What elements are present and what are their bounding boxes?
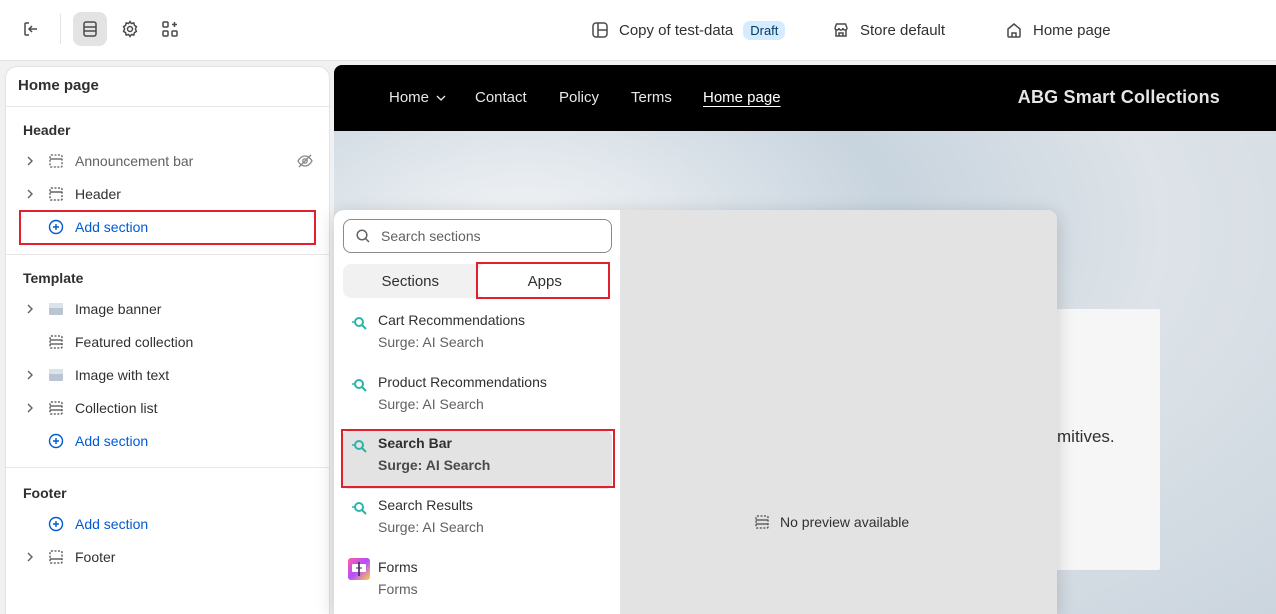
hero-text: mitives. xyxy=(1057,427,1115,446)
section-picker: Sections Apps Cart Recommendations Surge… xyxy=(334,210,1057,614)
exit-icon[interactable] xyxy=(14,12,48,46)
highlight-box xyxy=(341,429,615,488)
section-icon xyxy=(43,153,69,169)
search-app-icon xyxy=(350,314,368,332)
tree-item-label: Featured collection xyxy=(75,334,194,350)
highlight-box xyxy=(476,262,610,299)
image-icon xyxy=(43,367,69,383)
page-selector[interactable]: Home page xyxy=(1005,19,1111,41)
nav-link-label: Home xyxy=(389,89,430,106)
store-label: Store default xyxy=(860,21,946,39)
add-section-label: Add section xyxy=(75,516,149,532)
theme-name: Copy of test-data xyxy=(619,21,734,39)
chevron-right-icon[interactable] xyxy=(19,403,41,413)
divider xyxy=(6,254,329,255)
tree-item-label: Image banner xyxy=(75,301,162,317)
tree-item-label: Header xyxy=(75,186,121,202)
chevron-down-icon xyxy=(436,95,446,101)
app-item-source: Surge: AI Search xyxy=(378,396,484,412)
store-icon xyxy=(834,23,848,37)
section-icon xyxy=(43,186,69,202)
search-app-icon xyxy=(350,376,368,394)
divider xyxy=(60,14,61,44)
no-preview-message: No preview available xyxy=(754,514,909,530)
add-section-label: Add section xyxy=(75,433,149,449)
app-item-name: Forms xyxy=(378,559,418,575)
nav-link-home[interactable]: Home xyxy=(389,89,447,106)
page-title: Home page xyxy=(18,77,99,94)
sidebar: Home page Header Announcement bar Header… xyxy=(5,66,330,614)
store-nav: Home Contact Policy Terms Home page ABG … xyxy=(334,65,1276,131)
page-label: Home page xyxy=(1033,21,1111,39)
tree-item-collection-list[interactable]: Collection list xyxy=(19,394,316,422)
nav-link-contact[interactable]: Contact xyxy=(475,89,527,106)
section-icon xyxy=(43,549,69,565)
chevron-right-icon[interactable] xyxy=(19,304,41,314)
tree-item-footer[interactable]: Footer xyxy=(19,543,316,571)
forms-app-icon xyxy=(348,558,370,580)
tree-item-label: Image with text xyxy=(75,367,170,383)
section-icon xyxy=(755,515,769,529)
plus-circle-icon xyxy=(43,433,69,449)
app-item-name: Cart Recommendations xyxy=(378,312,526,328)
section-icon xyxy=(43,334,69,350)
app-item-source: Surge: AI Search xyxy=(378,334,484,350)
search-app-icon xyxy=(350,499,368,517)
tab-sections[interactable]: Sections xyxy=(343,264,478,298)
app-item-source: Forms xyxy=(378,581,418,597)
tree-item-label: Announcement bar xyxy=(75,153,194,169)
group-title-header: Header xyxy=(23,122,71,138)
status-badge: Draft xyxy=(743,20,786,40)
app-item-name: Search Results xyxy=(378,497,473,513)
tree-item-label: Footer xyxy=(75,549,116,565)
search-icon xyxy=(356,229,370,243)
no-preview-label: No preview available xyxy=(780,514,910,530)
image-icon xyxy=(43,301,69,317)
add-section-template-button[interactable]: Add section xyxy=(19,427,316,455)
nav-link-home-page[interactable]: Home page xyxy=(703,89,781,106)
search-field[interactable] xyxy=(343,219,612,253)
search-input[interactable] xyxy=(381,228,581,244)
store-selector[interactable]: Store default xyxy=(832,19,945,41)
chevron-right-icon[interactable] xyxy=(19,156,41,166)
group-title-template: Template xyxy=(23,270,84,286)
section-icon xyxy=(43,400,69,416)
app-item-forms[interactable]: Forms Forms xyxy=(342,555,612,613)
divider xyxy=(6,106,329,107)
app-item-source: Surge: AI Search xyxy=(378,519,484,535)
chevron-right-icon[interactable] xyxy=(19,370,41,380)
tree-item-header[interactable]: Header xyxy=(19,180,316,208)
apps-icon[interactable] xyxy=(153,12,187,46)
theme-selector[interactable]: Copy of test-data Draft xyxy=(591,19,786,41)
tree-item-announcement-bar[interactable]: Announcement bar xyxy=(19,147,316,175)
layout-icon xyxy=(592,22,608,38)
highlight-box xyxy=(19,210,316,245)
chevron-right-icon[interactable] xyxy=(19,189,41,199)
sections-icon[interactable] xyxy=(73,12,107,46)
section-preview-pane xyxy=(620,210,1057,614)
tree-item-image-banner[interactable]: Image banner xyxy=(19,295,316,323)
app-item-name: Product Recommendations xyxy=(378,374,547,390)
tree-item-featured-collection[interactable]: Featured collection xyxy=(19,328,316,356)
group-title-footer: Footer xyxy=(23,485,67,501)
nav-link-terms[interactable]: Terms xyxy=(631,89,672,106)
app-item-cart-recommendations[interactable]: Cart Recommendations Surge: AI Search xyxy=(342,308,612,366)
add-section-footer-button[interactable]: Add section xyxy=(19,510,316,538)
top-bar: Copy of test-data Draft Store default Ho… xyxy=(0,0,1276,61)
plus-circle-icon xyxy=(43,516,69,532)
home-icon xyxy=(1007,23,1021,38)
gear-icon[interactable] xyxy=(113,12,147,46)
tree-item-image-with-text[interactable]: Image with text xyxy=(19,361,316,389)
chevron-right-icon[interactable] xyxy=(19,552,41,562)
divider xyxy=(6,467,329,468)
nav-link-policy[interactable]: Policy xyxy=(559,89,599,106)
store-name[interactable]: ABG Smart Collections xyxy=(1018,87,1220,108)
eye-slash-icon[interactable] xyxy=(296,152,314,170)
app-item-search-results[interactable]: Search Results Surge: AI Search xyxy=(342,493,612,551)
tree-item-label: Collection list xyxy=(75,400,158,416)
app-item-product-recommendations[interactable]: Product Recommendations Surge: AI Search xyxy=(342,370,612,428)
